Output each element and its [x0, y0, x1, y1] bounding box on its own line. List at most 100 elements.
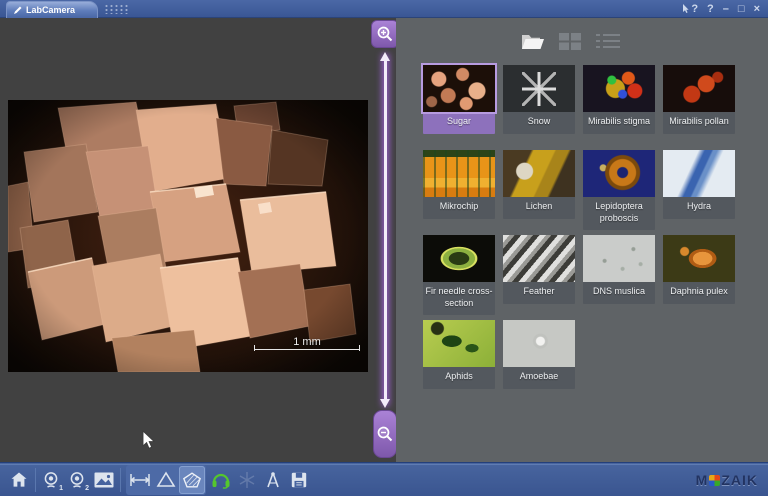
zoom-in-button[interactable]: [371, 20, 399, 48]
measure-tool-group: [126, 465, 206, 495]
gallery-item-feather[interactable]: Feather: [503, 235, 575, 304]
list-view-button[interactable]: [595, 32, 621, 50]
image-icon: [94, 472, 114, 488]
thumbnail-grid-icon: [558, 32, 582, 51]
pen-caliper-icon: [263, 471, 283, 489]
gallery-item-label: Mirabilis pollan: [663, 112, 735, 130]
thumbnail-mikrochip: [423, 150, 495, 197]
title-bar: LabCamera ? ? – □ ×: [0, 0, 768, 18]
gallery-item-lichen[interactable]: Lichen: [503, 150, 575, 219]
gallery-item-lepidoptera-proboscis[interactable]: Lepidoptera proboscis: [583, 150, 655, 230]
triangle-angle-icon: [156, 471, 176, 488]
zoom-slider-track[interactable]: [384, 56, 387, 404]
thumbnail-view-button[interactable]: [558, 32, 582, 51]
scale-bar: 1 mm: [254, 336, 360, 350]
headset-live-button[interactable]: [208, 466, 234, 494]
gallery-item-label: Mikrochip: [423, 197, 495, 215]
camera-2-badge: 2: [85, 485, 89, 492]
magnifier-minus-icon: [376, 425, 394, 443]
mozaik-logo: MZAIK: [696, 463, 758, 496]
polygon-area-icon: [182, 471, 202, 489]
gallery-item-label: Daphnia pulex: [663, 282, 735, 300]
headset-icon: [211, 471, 231, 489]
thumbnail-amoebae: [503, 320, 575, 367]
gallery-item-sugar[interactable]: Sugar: [423, 65, 495, 134]
gallery-item-label: Lepidoptera proboscis: [583, 197, 655, 226]
gallery-item-label: Amoebae: [503, 367, 575, 385]
gallery-item-aphids[interactable]: Aphids: [423, 320, 495, 389]
labcamera-window: LabCamera ? ? – □ ×: [0, 0, 768, 496]
camera-1-badge: 1: [59, 485, 63, 492]
save-button[interactable]: [286, 466, 312, 494]
gallery-item-label: Sugar: [423, 112, 495, 130]
gallery-item-snow[interactable]: Snow: [503, 65, 575, 134]
mozaik-logo-o-square: [709, 475, 720, 486]
help-button[interactable]: ?: [707, 0, 714, 18]
thumbnail-sugar: [423, 65, 495, 112]
measure-distance-button[interactable]: [127, 466, 153, 494]
gallery-item-label: DNS muslica: [583, 282, 655, 300]
snowflake-icon: [238, 471, 256, 489]
thumbnail-daphnia-pulex: [663, 235, 735, 282]
bottom-toolbar: 1 2: [0, 462, 768, 496]
gallery-item-label: Feather: [503, 282, 575, 300]
thumbnail-mirabilis-pollan: [663, 65, 735, 112]
measure-area-button[interactable]: [179, 466, 205, 494]
open-folder-icon: [519, 31, 545, 52]
gallery-item-label: Snow: [503, 112, 575, 130]
open-folder-button[interactable]: [519, 31, 545, 52]
gallery-item-hydra[interactable]: Hydra: [663, 150, 735, 219]
gallery-item-label: Aphids: [423, 367, 495, 385]
gallery-item-label: Hydra: [663, 197, 735, 215]
thumbnail-lichen: [503, 150, 575, 197]
drag-grip[interactable]: [104, 4, 130, 14]
sugar-crystals-photo: [8, 100, 368, 372]
gallery-item-mirabilis-stigma[interactable]: Mirabilis stigma: [583, 65, 655, 134]
save-floppy-icon: [290, 471, 308, 489]
gallery-item-daphnia-pulex[interactable]: Daphnia pulex: [663, 235, 735, 304]
gallery-panel: Sugar Snow Mirabilis stigma Mirabilis po…: [396, 18, 768, 462]
gallery-item-mikrochip[interactable]: Mikrochip: [423, 150, 495, 219]
home-button[interactable]: [6, 466, 32, 494]
minimize-button[interactable]: –: [723, 0, 729, 18]
viewer-panel: 1 mm: [0, 18, 396, 462]
gallery-item-dns-muslica[interactable]: DNS muslica: [583, 235, 655, 304]
measure-distance-icon: [129, 472, 151, 488]
scale-bar-line: [254, 349, 360, 350]
list-view-icon: [595, 32, 621, 50]
pencil-icon: [14, 6, 22, 14]
close-button[interactable]: ×: [754, 0, 760, 18]
thumbnail-mirabilis-stigma: [583, 65, 655, 112]
gallery-item-amoebae[interactable]: Amoebae: [503, 320, 575, 389]
app-tab[interactable]: LabCamera: [6, 1, 98, 18]
thumbnail-aphids: [423, 320, 495, 367]
gallery-item-mirabilis-pollan[interactable]: Mirabilis pollan: [663, 65, 735, 134]
gallery-item-label: Lichen: [503, 197, 575, 215]
app-title: LabCamera: [26, 5, 75, 15]
toolbar-separator: [120, 468, 121, 492]
home-icon: [9, 470, 29, 490]
sample-grid: Sugar Snow Mirabilis stigma Mirabilis po…: [423, 65, 735, 405]
gallery-item-fir-needle-cross-section[interactable]: Fir needle cross-section: [423, 235, 495, 315]
thumbnail-feather: [503, 235, 575, 282]
gallery-item-label: Fir needle cross-section: [423, 282, 495, 311]
camera-2-button[interactable]: 2: [65, 466, 91, 494]
maximize-button[interactable]: □: [738, 0, 745, 18]
camera-1-button[interactable]: 1: [39, 466, 65, 494]
toolbar-separator: [35, 468, 36, 492]
thumbnail-lepidoptera-proboscis: [583, 150, 655, 197]
thumbnail-snow: [503, 65, 575, 112]
gallery-item-label: Mirabilis stigma: [583, 112, 655, 130]
magnifier-plus-icon: [376, 25, 394, 43]
annotate-pen-button[interactable]: [260, 466, 286, 494]
context-help-button[interactable]: ?: [682, 0, 698, 18]
cursor-arrow-icon: [682, 4, 690, 14]
thumbnail-hydra: [663, 150, 735, 197]
snowflake-disabled-button[interactable]: [234, 466, 260, 494]
microscope-image[interactable]: 1 mm: [8, 100, 368, 372]
image-gallery-button[interactable]: [91, 466, 117, 494]
gallery-toolbar: [396, 18, 744, 60]
zoom-out-handle[interactable]: [373, 410, 397, 458]
measure-angle-button[interactable]: [153, 466, 179, 494]
thumbnail-fir-needle: [423, 235, 495, 282]
